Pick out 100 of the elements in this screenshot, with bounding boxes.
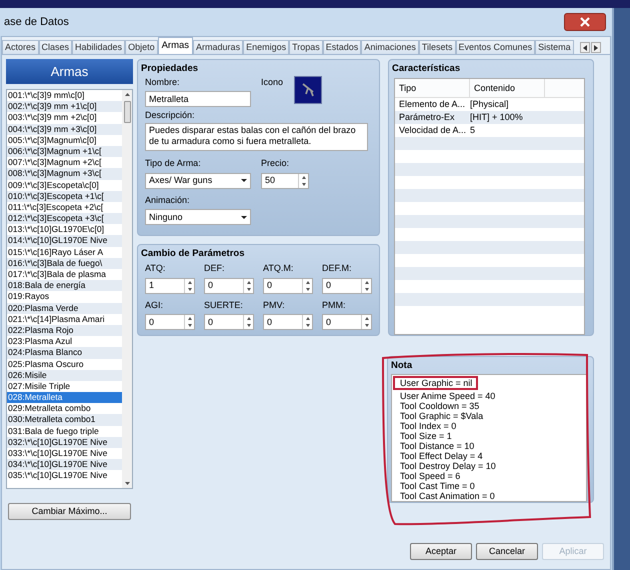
- close-icon: [580, 17, 590, 27]
- field-label: AGI:: [145, 298, 164, 312]
- list-item[interactable]: 028:Metralleta: [7, 392, 122, 404]
- number-field[interactable]: 0: [322, 314, 372, 330]
- scrollbar-thumb[interactable]: [124, 101, 130, 123]
- field-label: Icono: [261, 76, 284, 90]
- right-arrow-icon: [594, 44, 598, 50]
- note-line: Tool Distance = 10: [400, 441, 474, 452]
- gun-icon: [301, 82, 315, 98]
- dialog-button[interactable]: Aceptar: [410, 543, 472, 560]
- animation-dropdown[interactable]: Ninguno: [145, 209, 251, 226]
- list-item[interactable]: 009:\*\c[3]Escopeta\c[0]: [7, 180, 122, 191]
- number-field[interactable]: 0: [263, 314, 313, 330]
- number-field[interactable]: 0: [263, 278, 313, 294]
- tab[interactable]: Armaduras: [193, 40, 244, 54]
- field-label: Descripción:: [144, 108, 196, 122]
- price-field[interactable]: 50: [261, 172, 309, 189]
- list-item[interactable]: 031:Bala de fuego triple: [7, 426, 122, 437]
- field-label: ATQ.M:: [263, 262, 294, 276]
- dropdown-arrow-icon: [241, 216, 247, 219]
- close-button[interactable]: [564, 13, 606, 31]
- number-field[interactable]: 0: [322, 278, 372, 294]
- section-title: Características: [392, 62, 462, 76]
- change-maximum-button[interactable]: Cambiar Máximo...: [8, 503, 131, 520]
- dropdown-arrow-icon: [241, 179, 247, 182]
- description-field[interactable]: Puedes disparar estas balas con el cañón del brazo de tu armadura como si fuera metralleta.: [145, 123, 368, 152]
- note-line: Tool Cooldown = 35: [400, 401, 480, 412]
- list-item[interactable]: 032:\*\c[10]GL1970E Nive: [7, 436, 122, 448]
- table-cell-text: Parámetro-Ex: [398, 111, 456, 124]
- list-item[interactable]: 002:\*\c[3]9 mm +1\c[0]: [7, 101, 122, 112]
- field-label: Animación:: [144, 194, 191, 207]
- section-title: Propiedades: [141, 62, 200, 76]
- scroll-right-button[interactable]: [590, 42, 601, 53]
- column-header[interactable]: Tipo: [395, 79, 470, 98]
- note-line: User Anime Speed = 40: [400, 391, 496, 402]
- section-title: Cambio de Parámetros: [141, 247, 246, 261]
- list-item[interactable]: 024:Plasma Blanco: [7, 347, 122, 358]
- number-field[interactable]: 1: [145, 278, 195, 294]
- list-item[interactable]: 018:Bala de energía: [7, 280, 122, 292]
- list-item[interactable]: 026:Misile: [7, 370, 122, 381]
- column-header[interactable]: Contenido: [470, 79, 545, 98]
- tab[interactable]: Tropas: [289, 40, 323, 54]
- field-label: PMV:: [263, 298, 286, 312]
- number-field[interactable]: 0: [204, 314, 254, 330]
- list-item[interactable]: 029:Metralleta combo: [7, 403, 122, 414]
- table-cell-text: [HIT] + 100%: [469, 111, 523, 124]
- list-item[interactable]: 014:\*\c[10]GL1970E Nive: [7, 235, 122, 247]
- list-item[interactable]: 015:\*\c[16]Rayo Láser A: [7, 246, 122, 258]
- tab[interactable]: Objeto: [125, 40, 158, 54]
- tab[interactable]: Animaciones: [361, 40, 419, 54]
- field-label: Tipo de Arma:: [145, 157, 202, 170]
- list-item[interactable]: 010:\*\c[3]Escopeta +1\c[: [7, 190, 122, 202]
- tab[interactable]: Armas: [158, 37, 194, 54]
- list-item[interactable]: 004:\*\c[3]9 mm +3\c[0]: [7, 124, 122, 135]
- tab[interactable]: Clases: [38, 40, 72, 54]
- list-item[interactable]: 008:\*\c[3]Magnum +3\c[: [7, 168, 122, 180]
- left-arrow-icon: [582, 44, 587, 50]
- tab[interactable]: Estados: [322, 40, 362, 54]
- note-line: Tool Effect Delay = 4: [400, 451, 483, 462]
- field-label: Precio:: [261, 157, 290, 170]
- note-line: Tool Index = 0: [400, 421, 456, 432]
- list-item[interactable]: 012:\*\c[3]Escopeta +3\c[: [7, 213, 122, 224]
- list-item[interactable]: 016:\*\c[3]Bala de fuego\: [7, 258, 122, 269]
- field-label: PMM:: [322, 298, 346, 312]
- weapon-icon[interactable]: [294, 76, 322, 104]
- table-cell-text: Elemento de A...: [398, 98, 466, 111]
- section-title: Nota: [391, 359, 414, 373]
- list-item[interactable]: 007:\*\c[3]Magnum +2\c[: [7, 157, 122, 168]
- weapon-type-dropdown[interactable]: Axes/ War guns: [145, 172, 251, 189]
- list-header: Armas: [6, 59, 133, 84]
- dialog-button[interactable]: Cancelar: [476, 543, 538, 560]
- number-field[interactable]: 0: [204, 278, 254, 294]
- tab[interactable]: Enemigos: [243, 40, 290, 54]
- list-item[interactable]: 013:\*\c[10]GL1970E\c[0]: [7, 224, 122, 236]
- tab[interactable]: Sistema: [535, 40, 574, 54]
- note-line: Tool Speed = 6: [400, 471, 460, 482]
- table-cell-text: Velocidad de A...: [398, 124, 468, 137]
- list-item[interactable]: 030:Metralleta combo1: [7, 414, 122, 426]
- note-field[interactable]: [391, 374, 587, 502]
- field-label: DEF:: [204, 262, 226, 276]
- window-title: ase de Datos: [4, 14, 69, 30]
- list-item[interactable]: 022:Plasma Rojo: [7, 324, 122, 336]
- tab[interactable]: Tilesets: [418, 40, 456, 54]
- list-item[interactable]: 023:Plasma Azul: [7, 336, 122, 348]
- name-field[interactable]: Metralleta: [145, 90, 251, 107]
- number-field[interactable]: 0: [145, 314, 195, 330]
- note-line: Tool Cast Time = 0: [400, 481, 475, 492]
- scroll-left-button[interactable]: [580, 42, 590, 53]
- tab[interactable]: Actores: [2, 40, 39, 54]
- list-item[interactable]: 006:\*\c[3]Magnum +1\c[: [7, 146, 122, 158]
- tab[interactable]: Eventos Comunes: [456, 40, 536, 54]
- table-cell-text: 5: [469, 124, 476, 137]
- list-item[interactable]: 020:Plasma Verde: [7, 302, 122, 314]
- list-item[interactable]: 025:Plasma Oscuro: [7, 358, 122, 370]
- list-item[interactable]: 034:\*\c[10]GL1970E Nive: [7, 459, 122, 470]
- scrollbar[interactable]: [122, 90, 132, 488]
- tab[interactable]: Habilidades: [72, 40, 126, 54]
- down-arrow-icon: [124, 482, 130, 485]
- field-label: DEF.M:: [322, 262, 353, 276]
- note-line: Tool Size = 1: [400, 431, 452, 442]
